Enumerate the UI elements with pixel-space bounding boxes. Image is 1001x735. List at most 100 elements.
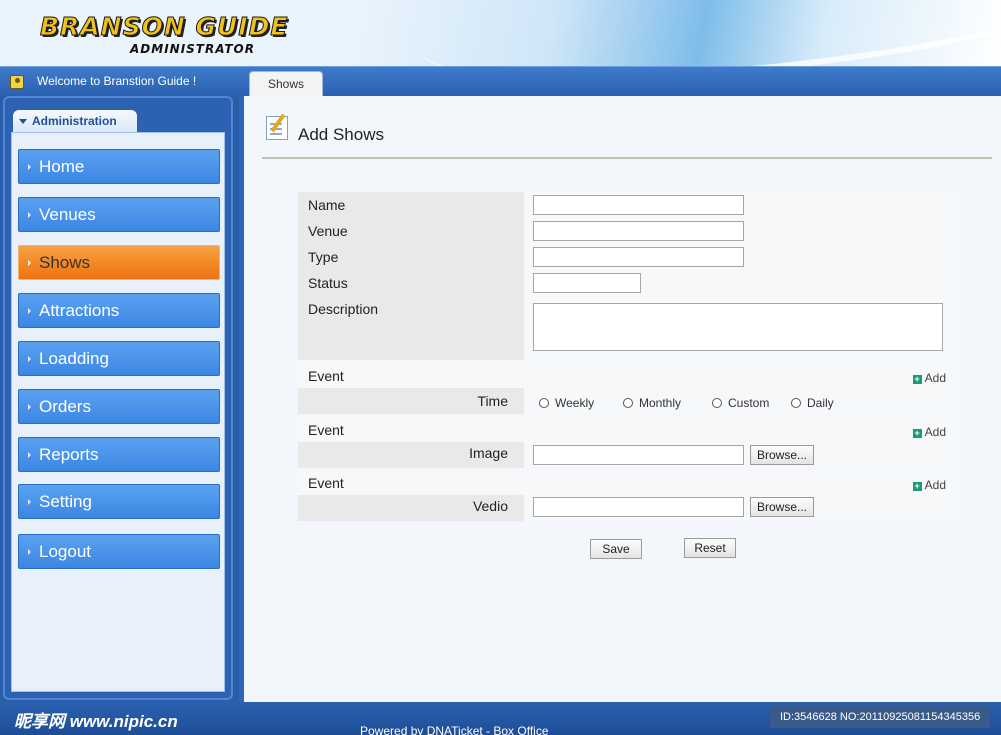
sidebar-item-label: Orders <box>39 397 91 416</box>
add-label: Add <box>924 425 946 439</box>
sidebar-item-setting[interactable]: Setting <box>18 484 220 519</box>
arrow-icon <box>28 308 31 314</box>
add-event-link[interactable]: + Add <box>912 371 946 385</box>
radio-label: Monthly <box>639 396 682 410</box>
form-row-venue: Venue <box>298 218 958 244</box>
sidebar-item-venues[interactable]: Venues <box>18 197 220 232</box>
sidebar-item-label: Setting <box>39 492 92 511</box>
radio-label: Custom <box>728 396 770 410</box>
arrow-icon <box>28 452 31 458</box>
field-label: Venue <box>298 218 524 244</box>
plus-icon: + <box>912 374 922 384</box>
event-header: Event + Add <box>298 416 958 442</box>
sidebar-item-label: Reports <box>39 445 99 464</box>
browse-vedio-button[interactable]: Browse... <box>750 497 814 517</box>
status-input[interactable] <box>533 273 641 293</box>
arrow-icon <box>28 404 31 410</box>
sidebar-item-label: Attractions <box>39 301 120 320</box>
vedio-file-input[interactable] <box>533 497 744 517</box>
footer: 昵享网 www.nipic.cn Powered by DNATicket - … <box>0 702 1001 735</box>
event-header: Event + Add <box>298 469 958 495</box>
form-row-vedio: Vedio Browse... <box>298 495 958 521</box>
sidebar-item-label: Home <box>39 157 85 176</box>
field-label: Name <box>298 192 524 218</box>
title-divider <box>262 157 992 159</box>
save-button[interactable]: Save <box>590 539 642 559</box>
logo-subtitle: ADMINISTRATOR <box>130 42 255 56</box>
field-label: Image <box>298 442 524 468</box>
arrow-icon <box>28 164 31 170</box>
radio-icon <box>539 398 549 408</box>
field-label: Time <box>298 388 524 414</box>
sidebar-section-label: Administration <box>32 114 117 128</box>
sidebar-item-attractions[interactable]: Attractions <box>18 293 220 328</box>
name-input[interactable] <box>533 195 744 215</box>
event-label: Event <box>308 368 344 384</box>
add-label: Add <box>924 478 946 492</box>
reset-button[interactable]: Reset <box>684 538 736 558</box>
sidebar-item-label: Venues <box>39 205 96 224</box>
footer-credit: Powered by DNATicket - Box Office <box>360 724 549 735</box>
event-label: Event <box>308 422 344 438</box>
sidebar-item-shows[interactable]: Shows <box>18 245 220 280</box>
sidebar-item-home[interactable]: Home <box>18 149 220 184</box>
radio-icon <box>623 398 633 408</box>
sidebar-item-reports[interactable]: Reports <box>18 437 220 472</box>
chevron-down-icon <box>19 119 27 125</box>
browse-image-button[interactable]: Browse... <box>750 445 814 465</box>
sidebar-item-label: Shows <box>39 253 91 272</box>
field-label: Status <box>298 270 524 296</box>
sidebar-item-orders[interactable]: Orders <box>18 389 220 424</box>
radio-label: Daily <box>807 396 834 410</box>
form-row-description: Description <box>298 296 958 360</box>
field-label: Vedio <box>298 495 524 521</box>
plus-icon: + <box>912 481 922 491</box>
top-bar: Welcome to Branstion Guide ! Shows <box>0 66 1001 98</box>
add-event-link[interactable]: + Add <box>912 478 946 492</box>
venue-input[interactable] <box>533 221 744 241</box>
sidebar-item-label: Logout <box>39 542 91 561</box>
header-banner: BRANSON GUIDE ADMINISTRATOR <box>0 0 1001 66</box>
sidebar-item-logout[interactable]: Logout <box>18 534 220 569</box>
tab-shows[interactable]: Shows <box>249 71 323 98</box>
watermark: 昵享网 www.nipic.cn <box>14 712 178 731</box>
image-id-strip: ID:3546628 NO:20110925081154345356 <box>770 706 990 728</box>
radio-monthly[interactable]: Monthly <box>623 396 681 410</box>
welcome-message: Welcome to Branstion Guide ! <box>37 74 197 88</box>
edit-note-icon <box>266 116 288 140</box>
add-event-link[interactable]: + Add <box>912 425 946 439</box>
arrow-icon <box>28 549 31 555</box>
user-icon <box>10 75 24 89</box>
add-label: Add <box>924 371 946 385</box>
event-label: Event <box>308 475 344 491</box>
arrow-icon <box>28 356 31 362</box>
sidebar-item-loadding[interactable]: Loadding <box>18 341 220 376</box>
arrow-icon <box>28 212 31 218</box>
form-row-status: Status <box>298 270 958 296</box>
main-content: Add Shows Name Venue Type Status Descrip… <box>239 96 1001 702</box>
type-input[interactable] <box>533 247 744 267</box>
radio-icon <box>712 398 722 408</box>
radio-icon <box>791 398 801 408</box>
arrow-icon <box>28 260 31 266</box>
header-swoosh <box>416 0 1001 66</box>
arrow-icon <box>28 499 31 505</box>
form-row-name: Name <box>298 192 958 218</box>
event-header: Event + Add <box>298 362 958 388</box>
field-label: Description <box>298 296 524 360</box>
description-textarea[interactable] <box>533 303 943 351</box>
sidebar-section-header[interactable]: Administration <box>13 110 137 132</box>
sidebar: Administration Home Venues Shows Attract… <box>3 96 233 700</box>
radio-weekly[interactable]: Weekly <box>539 396 594 410</box>
form-row-image: Image Browse... <box>298 442 958 468</box>
field-label: Type <box>298 244 524 270</box>
logo: BRANSON GUIDE <box>39 12 289 42</box>
radio-label: Weekly <box>555 396 595 410</box>
radio-daily[interactable]: Daily <box>791 396 834 410</box>
radio-custom[interactable]: Custom <box>712 396 769 410</box>
sidebar-item-label: Loadding <box>39 349 109 368</box>
image-file-input[interactable] <box>533 445 744 465</box>
page-title: Add Shows <box>298 125 384 144</box>
form-row-time: Time Weekly Monthly Custom Daily <box>298 388 958 414</box>
form-row-type: Type <box>298 244 958 270</box>
